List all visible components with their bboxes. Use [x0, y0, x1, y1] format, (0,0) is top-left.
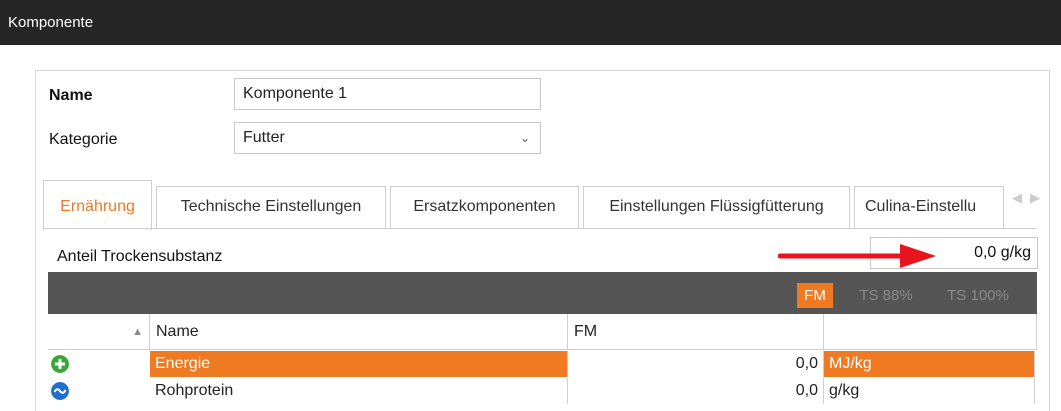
- dry-matter-label: Anteil Trockensubstanz: [57, 248, 223, 265]
- cell-unit: g/kg: [824, 378, 1035, 404]
- cell-fm[interactable]: 0,0: [568, 351, 824, 377]
- mode-button-fm[interactable]: FM: [797, 283, 833, 308]
- column-header-fm[interactable]: FM: [568, 314, 824, 350]
- name-label: Name: [49, 87, 93, 104]
- tab-divider: [43, 228, 1036, 229]
- tab-ernaehrung[interactable]: Ernährung: [43, 180, 152, 230]
- chevron-right-icon[interactable]: ▶: [1030, 190, 1040, 206]
- chevron-down-icon: ⌄: [519, 131, 530, 145]
- name-input[interactable]: Komponente 1: [234, 78, 541, 110]
- column-header-icon[interactable]: ▲: [48, 314, 150, 350]
- mode-button-ts-100[interactable]: TS 100%: [934, 283, 1022, 308]
- cell-fm[interactable]: 0,0: [568, 378, 824, 404]
- row-icon-cell: [48, 378, 150, 404]
- cell-unit: MJ/kg: [824, 351, 1035, 377]
- category-select[interactable]: Futter ⌄: [234, 122, 541, 154]
- cell-name: Energie: [150, 351, 568, 377]
- tab-culina-einstellungen[interactable]: Culina-Einstellu: [854, 186, 1004, 228]
- window-title: Komponente: [8, 14, 94, 31]
- wave-circle-icon: [51, 382, 69, 400]
- window-titlebar: Komponente: [0, 0, 1061, 45]
- row-icon-cell: [48, 351, 150, 377]
- tab-einstellungen-fluessigfuetterung[interactable]: Einstellungen Flüssigfütterung: [583, 186, 850, 228]
- tab-technische-einstellungen[interactable]: Technische Einstellungen: [156, 186, 386, 228]
- chevron-left-icon[interactable]: ◀: [1012, 190, 1022, 206]
- mode-button-ts-88[interactable]: TS 88%: [848, 283, 924, 308]
- category-label: Kategorie: [49, 131, 118, 148]
- sort-ascending-icon: ▲: [132, 326, 143, 338]
- category-select-value: Futter: [243, 129, 285, 146]
- cell-name: Rohprotein: [150, 378, 568, 404]
- red-arrow-annotation: [778, 244, 936, 268]
- tab-ersatzkomponenten[interactable]: Ersatzkomponenten: [390, 186, 579, 228]
- nutrient-table: ▲ Name FM Energie 0,0 MJ/kg Rohprotein 0…: [48, 314, 1037, 405]
- table-row[interactable]: Energie 0,0 MJ/kg: [48, 351, 1037, 377]
- column-header-name[interactable]: Name: [150, 314, 568, 350]
- column-header-unit[interactable]: [824, 314, 1037, 350]
- table-row[interactable]: Rohprotein 0,0 g/kg: [48, 378, 1037, 404]
- plus-circle-icon: [51, 355, 69, 373]
